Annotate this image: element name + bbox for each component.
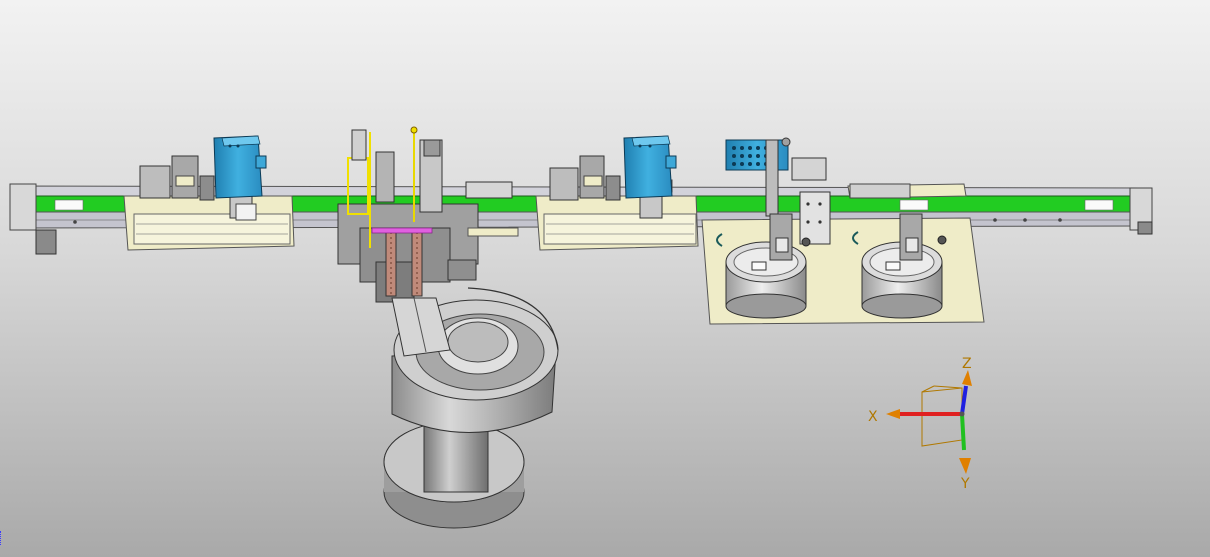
vibratory-bowl-feeder[interactable] <box>383 287 559 529</box>
corner-cursor-marker <box>0 531 4 545</box>
z-axis-label: Z <box>962 356 972 372</box>
cad-viewport[interactable]: X Z Y <box>0 0 1210 557</box>
z-axis-arrow <box>960 385 968 415</box>
y-axis-arrow <box>960 413 966 451</box>
x-axis-label: X <box>868 409 878 425</box>
tank-station[interactable] <box>701 137 985 325</box>
y-axis-label: Y <box>960 476 970 492</box>
assembly-model[interactable]: X Z Y <box>0 0 1210 557</box>
coordinate-triad: X Z Y <box>868 356 972 492</box>
